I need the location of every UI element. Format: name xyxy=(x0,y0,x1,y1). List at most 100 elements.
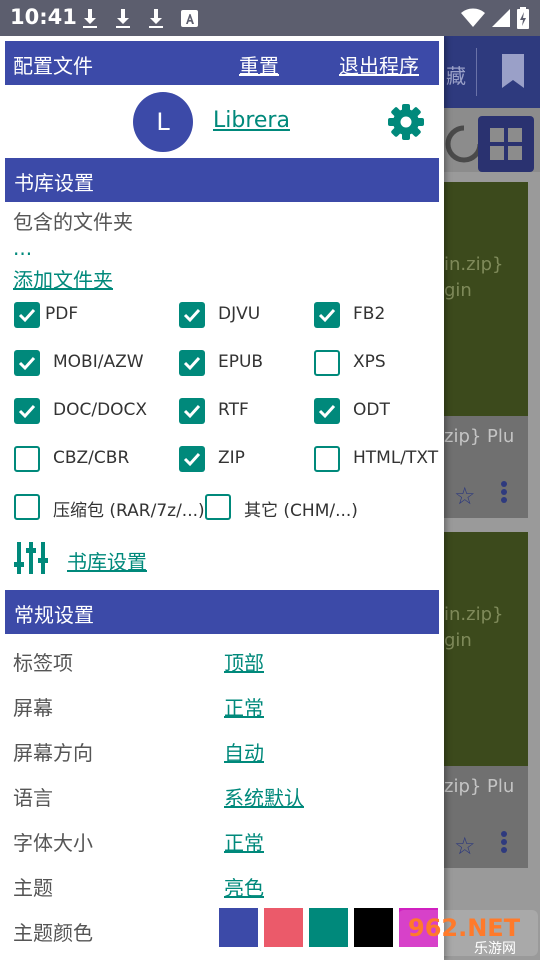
section-title: 常规设置 xyxy=(14,603,94,627)
status-bar: 10:41 xyxy=(0,0,540,36)
book-cover: in.zip} gin xyxy=(444,532,528,766)
watermark-brand: 962.NET xyxy=(408,914,521,942)
download-icon xyxy=(83,9,97,28)
theme-color-swatch[interactable] xyxy=(309,908,348,947)
format-checkbox-label: DOC/DOCX xyxy=(53,400,148,420)
cover-text: gin xyxy=(444,280,472,301)
avatar[interactable]: L xyxy=(133,92,193,152)
format-checkbox-label: 其它 (CHM/...) xyxy=(244,501,358,521)
exit-button[interactable]: 退出程序 xyxy=(339,50,419,79)
format-checkbox-label: XPS xyxy=(353,352,386,372)
star-icon: ☆ xyxy=(454,482,476,510)
tab-divider xyxy=(476,48,477,96)
signal-icon xyxy=(492,9,510,27)
format-checkbox[interactable] xyxy=(205,494,231,520)
book-title: zip} Plu xyxy=(444,426,515,447)
format-checkbox[interactable] xyxy=(14,398,40,424)
setting-value-font-size[interactable]: 正常 xyxy=(224,827,264,856)
format-checkbox[interactable] xyxy=(179,302,205,328)
library-settings-link[interactable]: 书库设置 xyxy=(67,546,147,575)
setting-value-theme[interactable]: 亮色 xyxy=(224,872,264,901)
font-a-icon xyxy=(181,10,198,27)
theme-color-swatch[interactable] xyxy=(264,908,303,947)
checkmark-icon xyxy=(18,404,36,419)
setting-value-screen[interactable]: 正常 xyxy=(224,692,264,721)
section-title: 书库设置 xyxy=(14,171,94,195)
background-book-card: in.zip} gin zip} Plu ☆ xyxy=(444,532,528,868)
format-checkbox[interactable] xyxy=(179,446,205,472)
setting-label-language: 语言 xyxy=(13,786,53,810)
profile-name-link[interactable]: Librera xyxy=(213,108,290,133)
drawer-header: 配置文件 重置 退出程序 xyxy=(5,41,439,85)
setting-value-language[interactable]: 系统默认 xyxy=(224,782,304,811)
format-checkbox-label: ZIP xyxy=(218,448,245,468)
checkmark-icon xyxy=(318,308,336,323)
wifi-icon xyxy=(461,8,485,27)
format-checkbox-label: MOBI/AZW xyxy=(53,352,144,372)
setting-label-screen: 屏幕 xyxy=(13,696,53,720)
background-book-card: in.zip} gin zip} Plu ☆ xyxy=(444,182,528,518)
grid-view-button xyxy=(478,116,534,172)
bookmark-icon xyxy=(502,54,524,88)
theme-color-swatch[interactable] xyxy=(354,908,393,947)
add-folder-link[interactable]: 添加文件夹 xyxy=(13,264,113,293)
general-settings-header: 常规设置 xyxy=(5,590,439,634)
format-checkbox[interactable] xyxy=(314,302,340,328)
watermark-logo: 962.NET 乐游网 xyxy=(398,910,538,957)
cover-text: gin xyxy=(444,630,472,651)
header-title: 配置文件 xyxy=(13,54,93,78)
format-checkbox[interactable] xyxy=(14,350,40,376)
download-icon xyxy=(149,9,163,28)
setting-value-tabs[interactable]: 顶部 xyxy=(224,647,264,676)
cover-text: in.zip} xyxy=(444,254,504,275)
checkmark-icon xyxy=(183,452,201,467)
format-checkbox-label: DJVU xyxy=(218,304,261,324)
format-checkbox-label: ODT xyxy=(353,400,390,420)
setting-label-font-size: 字体大小 xyxy=(13,831,93,855)
folders-value[interactable]: ... xyxy=(13,236,32,260)
star-icon: ☆ xyxy=(454,832,476,860)
format-checkbox[interactable] xyxy=(14,302,40,328)
format-checkbox-label: RTF xyxy=(218,400,249,420)
grid-icon xyxy=(490,128,522,160)
settings-drawer: 配置文件 重置 退出程序 L Librera 书库设置 包含的文件夹 ... 添… xyxy=(0,36,444,960)
reset-button[interactable]: 重置 xyxy=(239,50,279,79)
more-icon xyxy=(501,481,507,503)
setting-value-orientation[interactable]: 自动 xyxy=(224,737,264,766)
format-checkbox[interactable] xyxy=(179,398,205,424)
watermark-sub: 乐游网 xyxy=(474,941,516,957)
theme-color-swatch[interactable] xyxy=(219,908,258,947)
checkmark-icon xyxy=(183,356,201,371)
format-checkbox[interactable] xyxy=(14,494,40,520)
format-checkbox-label: EPUB xyxy=(218,352,264,372)
format-checkbox-label: CBZ/CBR xyxy=(53,448,130,468)
format-checkbox[interactable] xyxy=(314,446,340,472)
download-icon xyxy=(116,9,130,28)
format-checkbox-label: FB2 xyxy=(353,304,386,324)
format-checkbox[interactable] xyxy=(14,446,40,472)
tune-icon[interactable] xyxy=(14,540,48,576)
format-checkbox[interactable] xyxy=(314,350,340,376)
gear-icon[interactable] xyxy=(386,102,426,142)
library-settings-header: 书库设置 xyxy=(5,158,439,202)
setting-label-theme: 主题 xyxy=(13,876,53,900)
format-checkbox[interactable] xyxy=(179,350,205,376)
setting-label-theme-color: 主题颜色 xyxy=(13,921,93,945)
book-cover: in.zip} gin xyxy=(444,182,528,416)
checkmark-icon xyxy=(183,308,201,323)
folders-label: 包含的文件夹 xyxy=(13,210,133,234)
background-tab-label: 藏 xyxy=(446,64,466,88)
format-checkbox-label: PDF xyxy=(45,304,79,324)
battery-icon xyxy=(517,7,529,29)
book-title: zip} Plu xyxy=(444,776,515,797)
status-time: 10:41 xyxy=(10,5,77,29)
setting-label-tabs: 标签项 xyxy=(13,651,73,675)
format-checkbox-label: HTML/TXT xyxy=(353,448,439,468)
format-checkbox[interactable] xyxy=(314,398,340,424)
cover-text: in.zip} xyxy=(444,604,504,625)
checkmark-icon xyxy=(18,308,36,323)
setting-label-orientation: 屏幕方向 xyxy=(13,741,93,765)
checkmark-icon xyxy=(318,404,336,419)
checkmark-icon xyxy=(18,356,36,371)
checkmark-icon xyxy=(183,404,201,419)
